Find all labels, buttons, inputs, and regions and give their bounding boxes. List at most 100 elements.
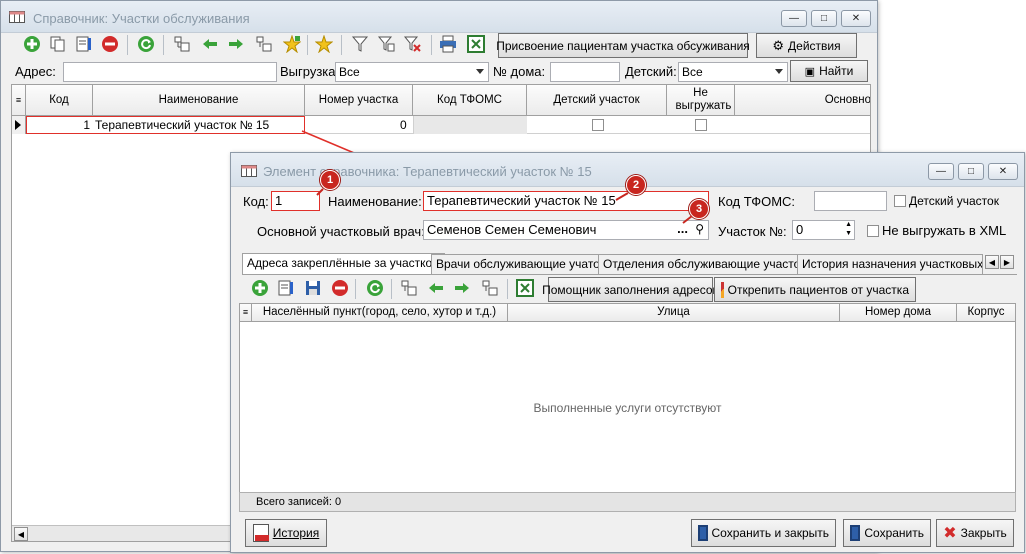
total-records: Всего записей: 0 xyxy=(256,496,342,508)
unpin-patients-button[interactable]: Открепить пациентов от участка xyxy=(714,277,916,302)
tab-doctors[interactable]: Врачи обслуживающие учаток xyxy=(431,254,611,274)
col-name[interactable]: Наименование xyxy=(93,85,305,115)
minimize-button[interactable]: — xyxy=(928,163,954,180)
tab-departments[interactable]: Отделения обслуживающие участок xyxy=(598,254,811,274)
close-button[interactable]: ✕ xyxy=(841,10,871,27)
delete-address-button[interactable] xyxy=(329,277,351,299)
copy-button[interactable] xyxy=(47,33,69,55)
house-input[interactable] xyxy=(550,62,620,82)
close-window-button[interactable]: ✖ Закрыть xyxy=(936,519,1014,547)
col-number[interactable]: Номер участка xyxy=(305,85,413,115)
grid-menu-icon[interactable]: ≡ xyxy=(12,85,26,115)
save-address-button[interactable] xyxy=(302,277,324,299)
col-kids[interactable]: Детский участок xyxy=(527,85,667,115)
row-kids-checkbox[interactable] xyxy=(592,119,604,131)
filter-clear-button[interactable] xyxy=(401,33,423,55)
tab-history[interactable]: История назначения участковых вр xyxy=(797,254,983,274)
col-locality[interactable]: Населённый пункт(город, село, хутор и т.… xyxy=(252,304,508,321)
no-xml-label: Не выгружать в XML xyxy=(882,223,1007,238)
save-close-button[interactable]: Сохранить и закрыть xyxy=(691,519,836,547)
close-icon: ✕ xyxy=(998,166,1008,177)
list-button[interactable] xyxy=(171,33,193,55)
refresh-button[interactable] xyxy=(135,33,157,55)
arrow-left-button[interactable] xyxy=(425,277,447,299)
arrow-right-icon xyxy=(229,39,243,49)
tfoms-input[interactable] xyxy=(814,191,887,211)
excel-button[interactable] xyxy=(465,33,487,55)
table-icon xyxy=(241,165,257,177)
empty-state-text: Выполненные услуги отсутствуют xyxy=(533,401,722,415)
stepper-up-icon[interactable]: ▲ xyxy=(845,221,852,228)
address-input[interactable] xyxy=(63,62,277,82)
filter-button[interactable] xyxy=(349,33,371,55)
excel-address-button[interactable] xyxy=(514,277,536,299)
fill-helper-button[interactable]: Помощник заполнения адресов xyxy=(542,277,719,302)
delete-icon xyxy=(332,280,348,296)
edit-address-button[interactable] xyxy=(275,277,297,299)
history-button[interactable]: История xyxy=(245,519,327,547)
callout-badge-1: 1 xyxy=(320,170,340,190)
select-dots-button[interactable]: ... xyxy=(677,221,688,236)
section-stepper[interactable]: 0 ▲ ▼ xyxy=(792,220,855,240)
favorite-button[interactable] xyxy=(313,33,335,55)
scroll-left-icon[interactable]: ◀ xyxy=(14,527,28,541)
callout-badge-2: 2 xyxy=(626,175,646,195)
kids-select[interactable]: Все xyxy=(678,62,788,82)
no-xml-checkbox[interactable] xyxy=(867,225,879,237)
search-icon[interactable]: ⚲ xyxy=(695,222,704,236)
doctor-value: Семенов Семен Семенович xyxy=(427,222,597,237)
tree-icon xyxy=(256,36,272,52)
save-button[interactable]: Сохранить xyxy=(843,519,931,547)
col-main[interactable]: Основно xyxy=(735,85,870,115)
print-button[interactable] xyxy=(437,33,459,55)
favorite-add-button[interactable] xyxy=(281,33,303,55)
chevron-down-icon xyxy=(476,69,484,74)
col-tfoms[interactable]: Код ТФОМС xyxy=(413,85,527,115)
bg-titlebar[interactable]: Справочник: Участки обслуживания — □ ✕ xyxy=(1,1,877,33)
arrow-right-button[interactable] xyxy=(451,277,473,299)
find-button[interactable]: ▣ Найти xyxy=(790,60,868,82)
grid-menu-icon[interactable]: ≡ xyxy=(240,304,252,321)
arrow-left-button[interactable] xyxy=(199,33,221,55)
tab-addresses[interactable]: Адреса закреплённые за участком xyxy=(242,253,446,274)
filter-icon xyxy=(351,36,369,52)
add-button[interactable] xyxy=(21,33,43,55)
doctor-input[interactable]: Семенов Семен Семенович ... ⚲ xyxy=(423,220,709,240)
refresh-address-button[interactable] xyxy=(364,277,386,299)
col-street[interactable]: Улица xyxy=(508,304,840,321)
edit-button[interactable] xyxy=(73,33,95,55)
assign-patients-button[interactable]: Присвоение пациентам участка обсуживания xyxy=(496,33,750,58)
code-input[interactable]: 1 xyxy=(271,191,320,211)
row-no-export-checkbox[interactable] xyxy=(695,119,707,131)
tree-address-button[interactable] xyxy=(479,277,501,299)
col-house[interactable]: Номер дома xyxy=(840,304,957,321)
delete-button[interactable] xyxy=(99,33,121,55)
name-input[interactable]: Терапевтический участок № 15 xyxy=(423,191,709,211)
arrow-right-button[interactable] xyxy=(225,33,247,55)
maximize-button[interactable]: □ xyxy=(958,163,984,180)
tab-scroll-right-icon[interactable]: ▶ xyxy=(1000,255,1014,269)
close-label: Закрыть xyxy=(960,526,1007,540)
col-no-export[interactable]: Не выгружать xyxy=(667,85,735,115)
add-address-button[interactable] xyxy=(249,277,271,299)
actions-button[interactable]: ⚙ Действия xyxy=(756,33,857,58)
list-address-button[interactable] xyxy=(398,277,420,299)
bg-grid-header: ≡ Код Наименование Номер участка Код ТФО… xyxy=(12,85,870,116)
row-code: 1 xyxy=(83,118,90,132)
close-button[interactable]: ✕ xyxy=(988,163,1018,180)
tab-scroll-left-icon[interactable]: ◀ xyxy=(985,255,999,269)
col-building[interactable]: Корпус xyxy=(957,304,1015,321)
minimize-icon: — xyxy=(936,166,946,177)
export-select[interactable]: Все xyxy=(335,62,489,82)
maximize-button[interactable]: □ xyxy=(811,10,837,27)
list-icon xyxy=(174,36,190,52)
col-code[interactable]: Код xyxy=(26,85,93,115)
table-row[interactable]: 1 Терапевтический участок № 15 0 xyxy=(12,116,870,134)
stepper-down-icon[interactable]: ▼ xyxy=(845,230,852,237)
close-icon: ✖ xyxy=(943,525,957,542)
minimize-button[interactable]: — xyxy=(781,10,807,27)
kids-checkbox[interactable] xyxy=(894,195,906,207)
tree-button[interactable] xyxy=(253,33,275,55)
filter-edit-button[interactable] xyxy=(375,33,397,55)
save-icon xyxy=(698,525,708,541)
